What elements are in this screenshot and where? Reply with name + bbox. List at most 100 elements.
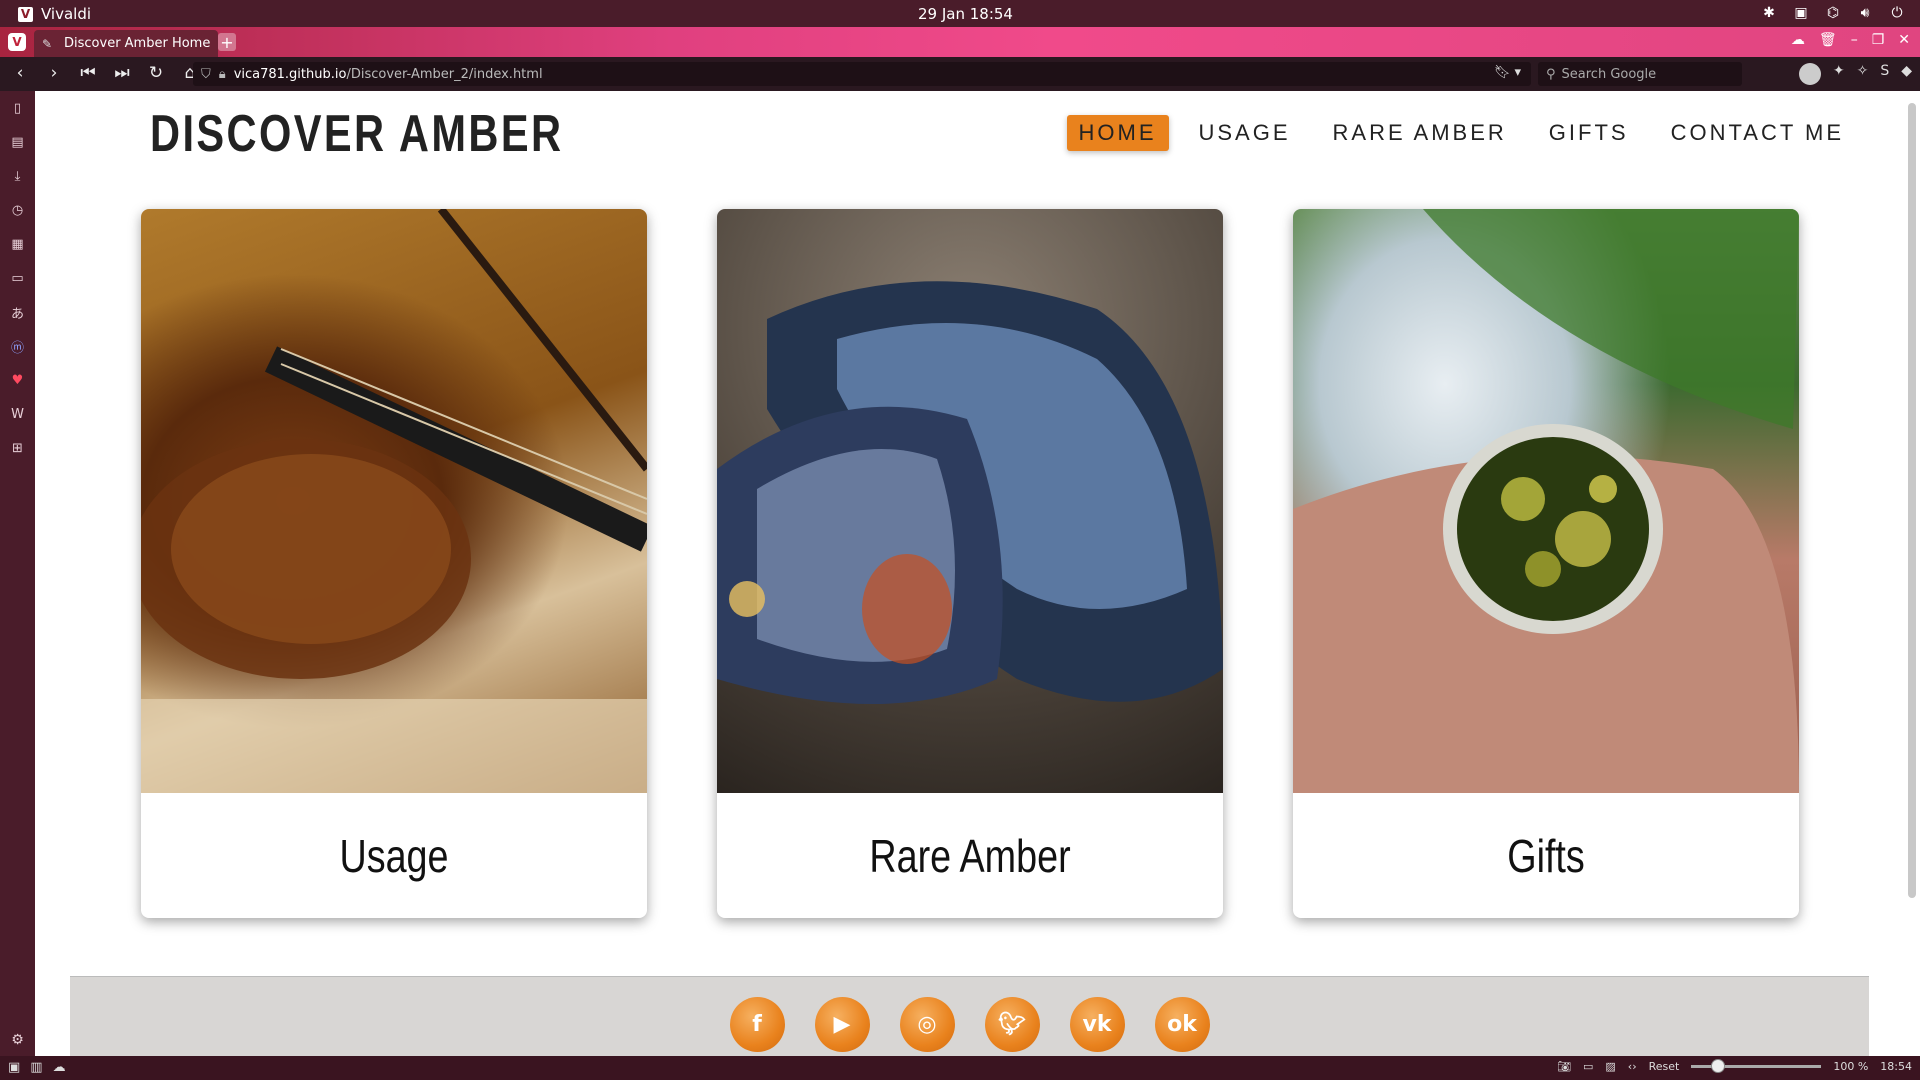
tab-tiling-icon[interactable]: ▥ bbox=[30, 1060, 42, 1075]
search-field[interactable]: ⚲ Search Google bbox=[1538, 62, 1742, 86]
card-rare-amber[interactable]: Rare Amber bbox=[717, 209, 1223, 918]
extension-tray-icon[interactable]: ✱ bbox=[1760, 4, 1778, 22]
os-clock[interactable]: 29 Jan 18:54 bbox=[918, 5, 1013, 23]
search-placeholder: Search Google bbox=[1561, 66, 1657, 82]
instagram-icon[interactable]: ◎ bbox=[899, 997, 955, 1052]
rewind-button[interactable]: ⏮ bbox=[78, 63, 98, 83]
screenshot-icon[interactable]: 📷︎ bbox=[1557, 1060, 1571, 1073]
add-web-panel-icon[interactable]: ⊞ bbox=[0, 431, 35, 465]
navigation-buttons: ‹ › ⏮ ⏭ ↻ ⌂ bbox=[10, 63, 200, 83]
nav-gifts[interactable]: GIFTS bbox=[1537, 115, 1641, 151]
vivaldi-logo-icon: V bbox=[18, 6, 33, 22]
close-window-button[interactable]: ✕ bbox=[1898, 32, 1910, 48]
status-bar: ▣ ▥ ☁ 📷︎ ▭ ▨ ‹› Reset 100 % 18:54 bbox=[0, 1056, 1920, 1080]
status-right-tools: 📷︎ ▭ ▨ ‹› Reset 100 % 18:54 bbox=[1557, 1059, 1912, 1073]
profile-avatar[interactable] bbox=[1798, 63, 1821, 85]
wikipedia-icon[interactable]: W bbox=[0, 397, 35, 431]
card-gifts[interactable]: Gifts bbox=[1293, 209, 1799, 918]
zoom-level: 100 % bbox=[1833, 1060, 1869, 1073]
page-tiling-icon[interactable]: ▭ bbox=[1583, 1060, 1593, 1073]
page-scrollbar[interactable] bbox=[1904, 91, 1920, 1056]
sync-cloud-icon[interactable]: ☁ bbox=[53, 1060, 66, 1075]
volume-icon[interactable]: 🔊︎ bbox=[1856, 4, 1874, 22]
nav-usage[interactable]: USAGE bbox=[1187, 115, 1303, 151]
site-footer: f ▶ ◎ 🐦︎ vk ok bbox=[70, 976, 1869, 1056]
bookmark-icon[interactable]: 🔖︎ ▾ bbox=[1494, 65, 1521, 80]
search-icon: ⚲ bbox=[1546, 66, 1556, 82]
url-host: vica781.github.io bbox=[233, 66, 347, 82]
system-tray: ✱ ▣ ⌬ 🔊︎ ⏻ bbox=[1760, 4, 1906, 22]
translate-icon[interactable]: あ bbox=[0, 295, 35, 329]
address-toolbar: ‹ › ⏮ ⏭ ↻ ⌂ ⛉ 🔒︎ vica781.github.io/Disco… bbox=[0, 57, 1920, 91]
zoom-slider[interactable] bbox=[1691, 1059, 1822, 1073]
os-app-name: Vivaldi bbox=[41, 5, 92, 23]
extension-icon-2[interactable]: ✧ bbox=[1857, 63, 1869, 85]
new-tab-button[interactable]: + bbox=[218, 33, 236, 52]
drive-tray-icon[interactable]: ▣ bbox=[1792, 4, 1810, 22]
trash-icon[interactable]: 🗑︎ bbox=[1819, 32, 1837, 48]
site-title[interactable]: DISCOVER AMBER bbox=[150, 104, 563, 164]
window-controls: ☁ 🗑︎ – ❐ ✕ bbox=[1791, 32, 1910, 48]
minimize-button[interactable]: – bbox=[1851, 32, 1858, 48]
status-left-tools: ▣ ▥ ☁ bbox=[8, 1060, 66, 1075]
panel-toggle-icon[interactable]: ▣ bbox=[8, 1060, 20, 1075]
social-links: f ▶ ◎ 🐦︎ vk ok bbox=[70, 997, 1869, 1052]
power-icon[interactable]: ⏻ bbox=[1888, 4, 1906, 22]
zoom-reset-button[interactable]: Reset bbox=[1649, 1060, 1680, 1073]
amber-ring-on-finger-image bbox=[1293, 209, 1799, 793]
vivaldi-menu-button[interactable]: V bbox=[8, 33, 26, 51]
status-clock: 18:54 bbox=[1880, 1060, 1912, 1073]
vk-icon[interactable]: vk bbox=[1069, 997, 1125, 1052]
nav-contact-me[interactable]: CONTACT ME bbox=[1659, 115, 1856, 151]
card-caption-rare-amber: Rare Amber bbox=[869, 829, 1071, 882]
tab-bar: V ✎ Discover Amber Home + ☁ 🗑︎ – ❐ ✕ bbox=[0, 27, 1920, 57]
active-tab[interactable]: ✎ Discover Amber Home bbox=[34, 30, 218, 57]
network-icon[interactable]: ⌬ bbox=[1824, 4, 1842, 22]
toolbar-extensions: ✦ ✧ S ◆ bbox=[1798, 63, 1912, 85]
url-field[interactable]: ⛉ 🔒︎ vica781.github.io/Discover-Amber_2/… bbox=[193, 62, 1531, 86]
settings-gear-icon[interactable]: ⚙ bbox=[0, 1032, 35, 1048]
extension-icon-3[interactable]: S bbox=[1880, 63, 1889, 85]
scrollbar-thumb[interactable] bbox=[1908, 103, 1916, 898]
extension-icon[interactable]: ✦ bbox=[1833, 63, 1845, 85]
zoom-slider-knob[interactable] bbox=[1711, 1059, 1726, 1073]
image-toggle-icon[interactable]: ▨ bbox=[1605, 1060, 1615, 1073]
card-caption-gifts: Gifts bbox=[1507, 829, 1585, 882]
twitter-icon[interactable]: 🐦︎ bbox=[984, 997, 1040, 1052]
downloads-icon[interactable]: ⤓ bbox=[0, 159, 35, 193]
side-panel: ▯ ▤ ⤓ ◷ ▦ ▭ あ ⓜ ♥ W ⊞ ⚙ bbox=[0, 91, 35, 1056]
os-top-bar: V Vivaldi 29 Jan 18:54 ✱ ▣ ⌬ 🔊︎ ⏻ bbox=[0, 0, 1920, 27]
reading-list-icon[interactable]: ▤ bbox=[0, 125, 35, 159]
nav-home[interactable]: HOME bbox=[1066, 115, 1169, 151]
back-button[interactable]: ‹ bbox=[10, 63, 30, 83]
history-icon[interactable]: ◷ bbox=[0, 193, 35, 227]
lock-icon[interactable]: 🔒︎ bbox=[219, 67, 226, 82]
forward-button[interactable]: › bbox=[44, 63, 64, 83]
maximize-button[interactable]: ❐ bbox=[1872, 32, 1885, 48]
shield-icon[interactable]: ⛉ bbox=[201, 67, 211, 82]
vivaldi-panel-icon[interactable]: ♥ bbox=[0, 363, 35, 397]
card-usage[interactable]: Usage bbox=[141, 209, 647, 918]
page-actions-icon[interactable]: ‹› bbox=[1628, 1060, 1637, 1073]
bookmarks-panel-icon[interactable]: ▯ bbox=[0, 91, 35, 125]
mastodon-icon[interactable]: ⓜ bbox=[0, 329, 35, 363]
notes-icon[interactable]: ▦ bbox=[0, 227, 35, 261]
nav-rare-amber[interactable]: RARE AMBER bbox=[1321, 115, 1519, 151]
facebook-icon[interactable]: f bbox=[729, 997, 785, 1052]
cloud-sync-icon[interactable]: ☁ bbox=[1791, 32, 1805, 48]
url-path: /Discover-Amber_2/index.html bbox=[346, 66, 543, 82]
extension-icon-4[interactable]: ◆ bbox=[1901, 63, 1912, 85]
os-app-indicator[interactable]: V Vivaldi bbox=[18, 5, 91, 23]
violin-on-sheet-music-image bbox=[141, 209, 647, 793]
odnoklassniki-icon[interactable]: ok bbox=[1154, 997, 1210, 1052]
web-page-viewport: DISCOVER AMBER HOME USAGE RARE AMBER GIF… bbox=[35, 91, 1904, 1056]
youtube-icon[interactable]: ▶ bbox=[814, 997, 870, 1052]
card-caption-usage: Usage bbox=[339, 829, 449, 882]
blue-amber-stones-image bbox=[717, 209, 1223, 793]
fast-forward-button[interactable]: ⏭ bbox=[112, 63, 132, 83]
tab-favicon-icon: ✎ bbox=[42, 36, 53, 51]
tab-title: Discover Amber Home bbox=[64, 36, 211, 51]
window-panel-icon[interactable]: ▭ bbox=[0, 261, 35, 295]
reload-button[interactable]: ↻ bbox=[146, 63, 166, 83]
site-nav: HOME USAGE RARE AMBER GIFTS CONTACT ME bbox=[1066, 115, 1857, 151]
